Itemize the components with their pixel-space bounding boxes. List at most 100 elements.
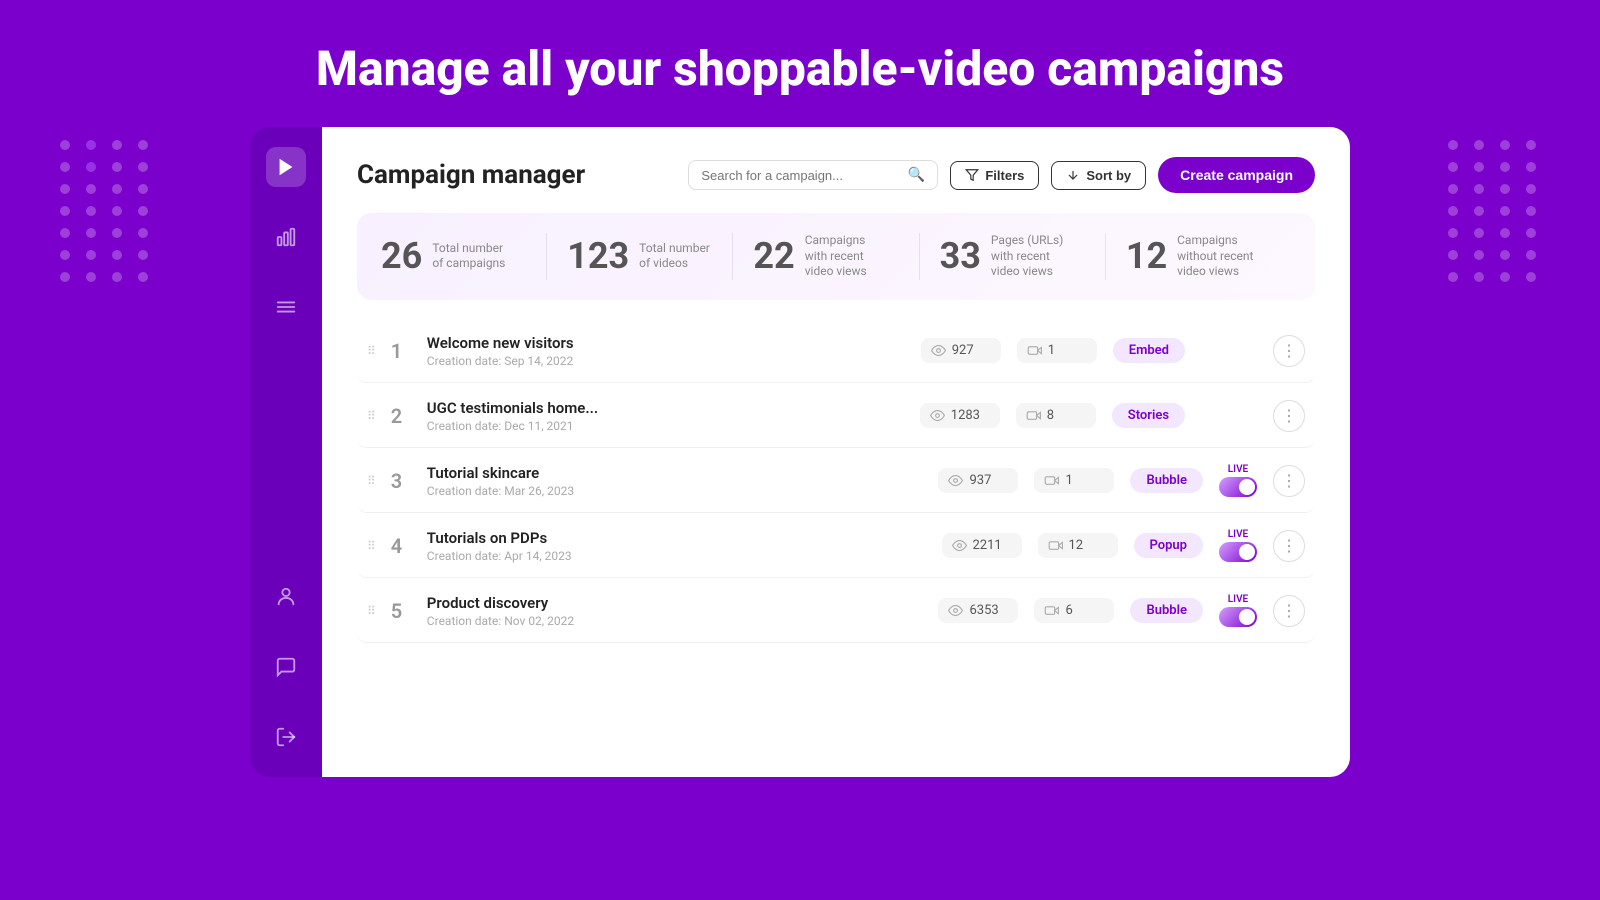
video-icon xyxy=(1044,603,1059,618)
video-icon xyxy=(1026,408,1041,423)
campaign-date: Creation date: Dec 11, 2021 xyxy=(427,419,904,433)
row-number: 5 xyxy=(391,599,411,623)
stat-total-videos: 123 Total number of videos xyxy=(547,233,733,280)
live-label: LIVE xyxy=(1228,464,1248,475)
type-badge: Popup xyxy=(1134,533,1204,558)
eye-icon xyxy=(948,603,963,618)
row-number: 1 xyxy=(391,339,411,363)
sidebar-item-play[interactable] xyxy=(266,147,306,187)
search-bar[interactable]: 🔍 xyxy=(688,160,938,190)
video-count: 1 xyxy=(1048,343,1055,358)
header-actions: 🔍 Filters Sort by Create campaign xyxy=(688,157,1315,193)
filter-button[interactable]: Filters xyxy=(950,161,1039,190)
filter-icon xyxy=(965,168,979,182)
sort-button[interactable]: Sort by xyxy=(1051,161,1146,190)
page-title: Manage all your shoppable-video campaign… xyxy=(316,40,1284,97)
campaign-name: Welcome new visitors xyxy=(427,334,905,352)
type-badge: Bubble xyxy=(1130,468,1203,493)
create-campaign-button[interactable]: Create campaign xyxy=(1158,157,1315,193)
view-count: 1283 xyxy=(951,408,980,423)
campaign-date: Creation date: Sep 14, 2022 xyxy=(427,354,905,368)
video-icon xyxy=(1048,538,1063,553)
more-button[interactable]: ⋮ xyxy=(1273,595,1305,627)
toggle-track[interactable] xyxy=(1219,607,1257,627)
video-count-badge: 6 xyxy=(1034,598,1114,623)
table-row: ⠿ 1 Welcome new visitors Creation date: … xyxy=(357,320,1315,383)
stat-campaigns-with-views: 22 Campaigns with recent video views xyxy=(733,233,919,280)
sidebar-item-chat[interactable] xyxy=(266,647,306,687)
sidebar-item-logout[interactable] xyxy=(266,717,306,757)
eye-icon xyxy=(931,343,946,358)
campaign-info: Welcome new visitors Creation date: Sep … xyxy=(427,334,905,368)
eye-icon xyxy=(948,473,963,488)
more-button[interactable]: ⋮ xyxy=(1273,530,1305,562)
search-input[interactable] xyxy=(701,168,900,183)
live-label: LIVE xyxy=(1228,594,1248,605)
campaign-name: UGC testimonials home... xyxy=(427,399,904,417)
stat-total-campaigns: 26 Total number of campaigns xyxy=(381,233,547,280)
row-number: 3 xyxy=(391,469,411,493)
live-label: LIVE xyxy=(1228,529,1248,540)
video-icon xyxy=(1027,343,1042,358)
video-count-badge: 1 xyxy=(1017,338,1097,363)
table-row: ⠿ 4 Tutorials on PDPs Creation date: Apr… xyxy=(357,515,1315,578)
video-count-badge: 8 xyxy=(1016,403,1096,428)
view-count-badge: 6353 xyxy=(938,598,1018,623)
main-content: Campaign manager 🔍 Filters Sort by xyxy=(250,127,1350,777)
sort-icon xyxy=(1066,168,1080,182)
toggle-track[interactable] xyxy=(1219,542,1257,562)
video-count: 12 xyxy=(1069,538,1084,553)
sidebar xyxy=(250,127,322,777)
toggle-thumb xyxy=(1239,544,1255,560)
type-badge: Bubble xyxy=(1130,598,1203,623)
search-icon: 🔍 xyxy=(908,167,925,183)
campaign-name: Tutorial skincare xyxy=(427,464,923,482)
view-count-badge: 927 xyxy=(921,338,1001,363)
type-badge: Embed xyxy=(1113,338,1185,363)
view-count-badge: 2211 xyxy=(942,533,1022,558)
video-count: 1 xyxy=(1065,473,1072,488)
campaign-date: Creation date: Nov 02, 2022 xyxy=(427,614,923,628)
type-badge: Stories xyxy=(1112,403,1185,428)
view-count-badge: 937 xyxy=(938,468,1018,493)
stat-campaigns-without-views: 12 Campaigns without recent video views xyxy=(1106,233,1291,280)
live-toggle[interactable]: LIVE xyxy=(1219,529,1257,562)
campaign-info: Tutorial skincare Creation date: Mar 26,… xyxy=(427,464,923,498)
video-count: 6 xyxy=(1065,603,1072,618)
campaign-date: Creation date: Apr 14, 2023 xyxy=(427,549,926,563)
more-button[interactable]: ⋮ xyxy=(1273,400,1305,432)
campaign-info: Tutorials on PDPs Creation date: Apr 14,… xyxy=(427,529,926,563)
video-icon xyxy=(1044,473,1059,488)
video-count-badge: 1 xyxy=(1034,468,1114,493)
drag-handle[interactable]: ⠿ xyxy=(367,409,375,423)
live-toggle[interactable]: LIVE xyxy=(1219,464,1257,497)
drag-handle[interactable]: ⠿ xyxy=(367,474,375,488)
view-count: 6353 xyxy=(969,603,998,618)
view-count: 2211 xyxy=(973,538,1002,553)
decorative-dots-left xyxy=(60,140,152,282)
more-button[interactable]: ⋮ xyxy=(1273,335,1305,367)
app-panel: Campaign manager 🔍 Filters Sort by xyxy=(322,127,1350,777)
drag-handle[interactable]: ⠿ xyxy=(367,604,375,618)
toggle-thumb xyxy=(1239,609,1255,625)
table-row: ⠿ 3 Tutorial skincare Creation date: Mar… xyxy=(357,450,1315,513)
campaign-name: Product discovery xyxy=(427,594,923,612)
toggle-thumb xyxy=(1239,479,1255,495)
drag-handle[interactable]: ⠿ xyxy=(367,344,375,358)
panel-header: Campaign manager 🔍 Filters Sort by xyxy=(357,157,1315,193)
campaign-info: UGC testimonials home... Creation date: … xyxy=(427,399,904,433)
table-row: ⠿ 5 Product discovery Creation date: Nov… xyxy=(357,580,1315,643)
view-count: 927 xyxy=(952,343,974,358)
video-count: 8 xyxy=(1047,408,1054,423)
stats-row: 26 Total number of campaigns 123 Total n… xyxy=(357,213,1315,300)
sidebar-item-chart[interactable] xyxy=(266,217,306,257)
more-button[interactable]: ⋮ xyxy=(1273,465,1305,497)
sidebar-item-user[interactable] xyxy=(266,577,306,617)
live-toggle[interactable]: LIVE xyxy=(1219,594,1257,627)
drag-handle[interactable]: ⠿ xyxy=(367,539,375,553)
row-number: 4 xyxy=(391,534,411,558)
toggle-track[interactable] xyxy=(1219,477,1257,497)
page-wrapper: Manage all your shoppable-video campaign… xyxy=(0,0,1600,900)
sidebar-item-menu[interactable] xyxy=(266,287,306,327)
row-number: 2 xyxy=(391,404,411,428)
